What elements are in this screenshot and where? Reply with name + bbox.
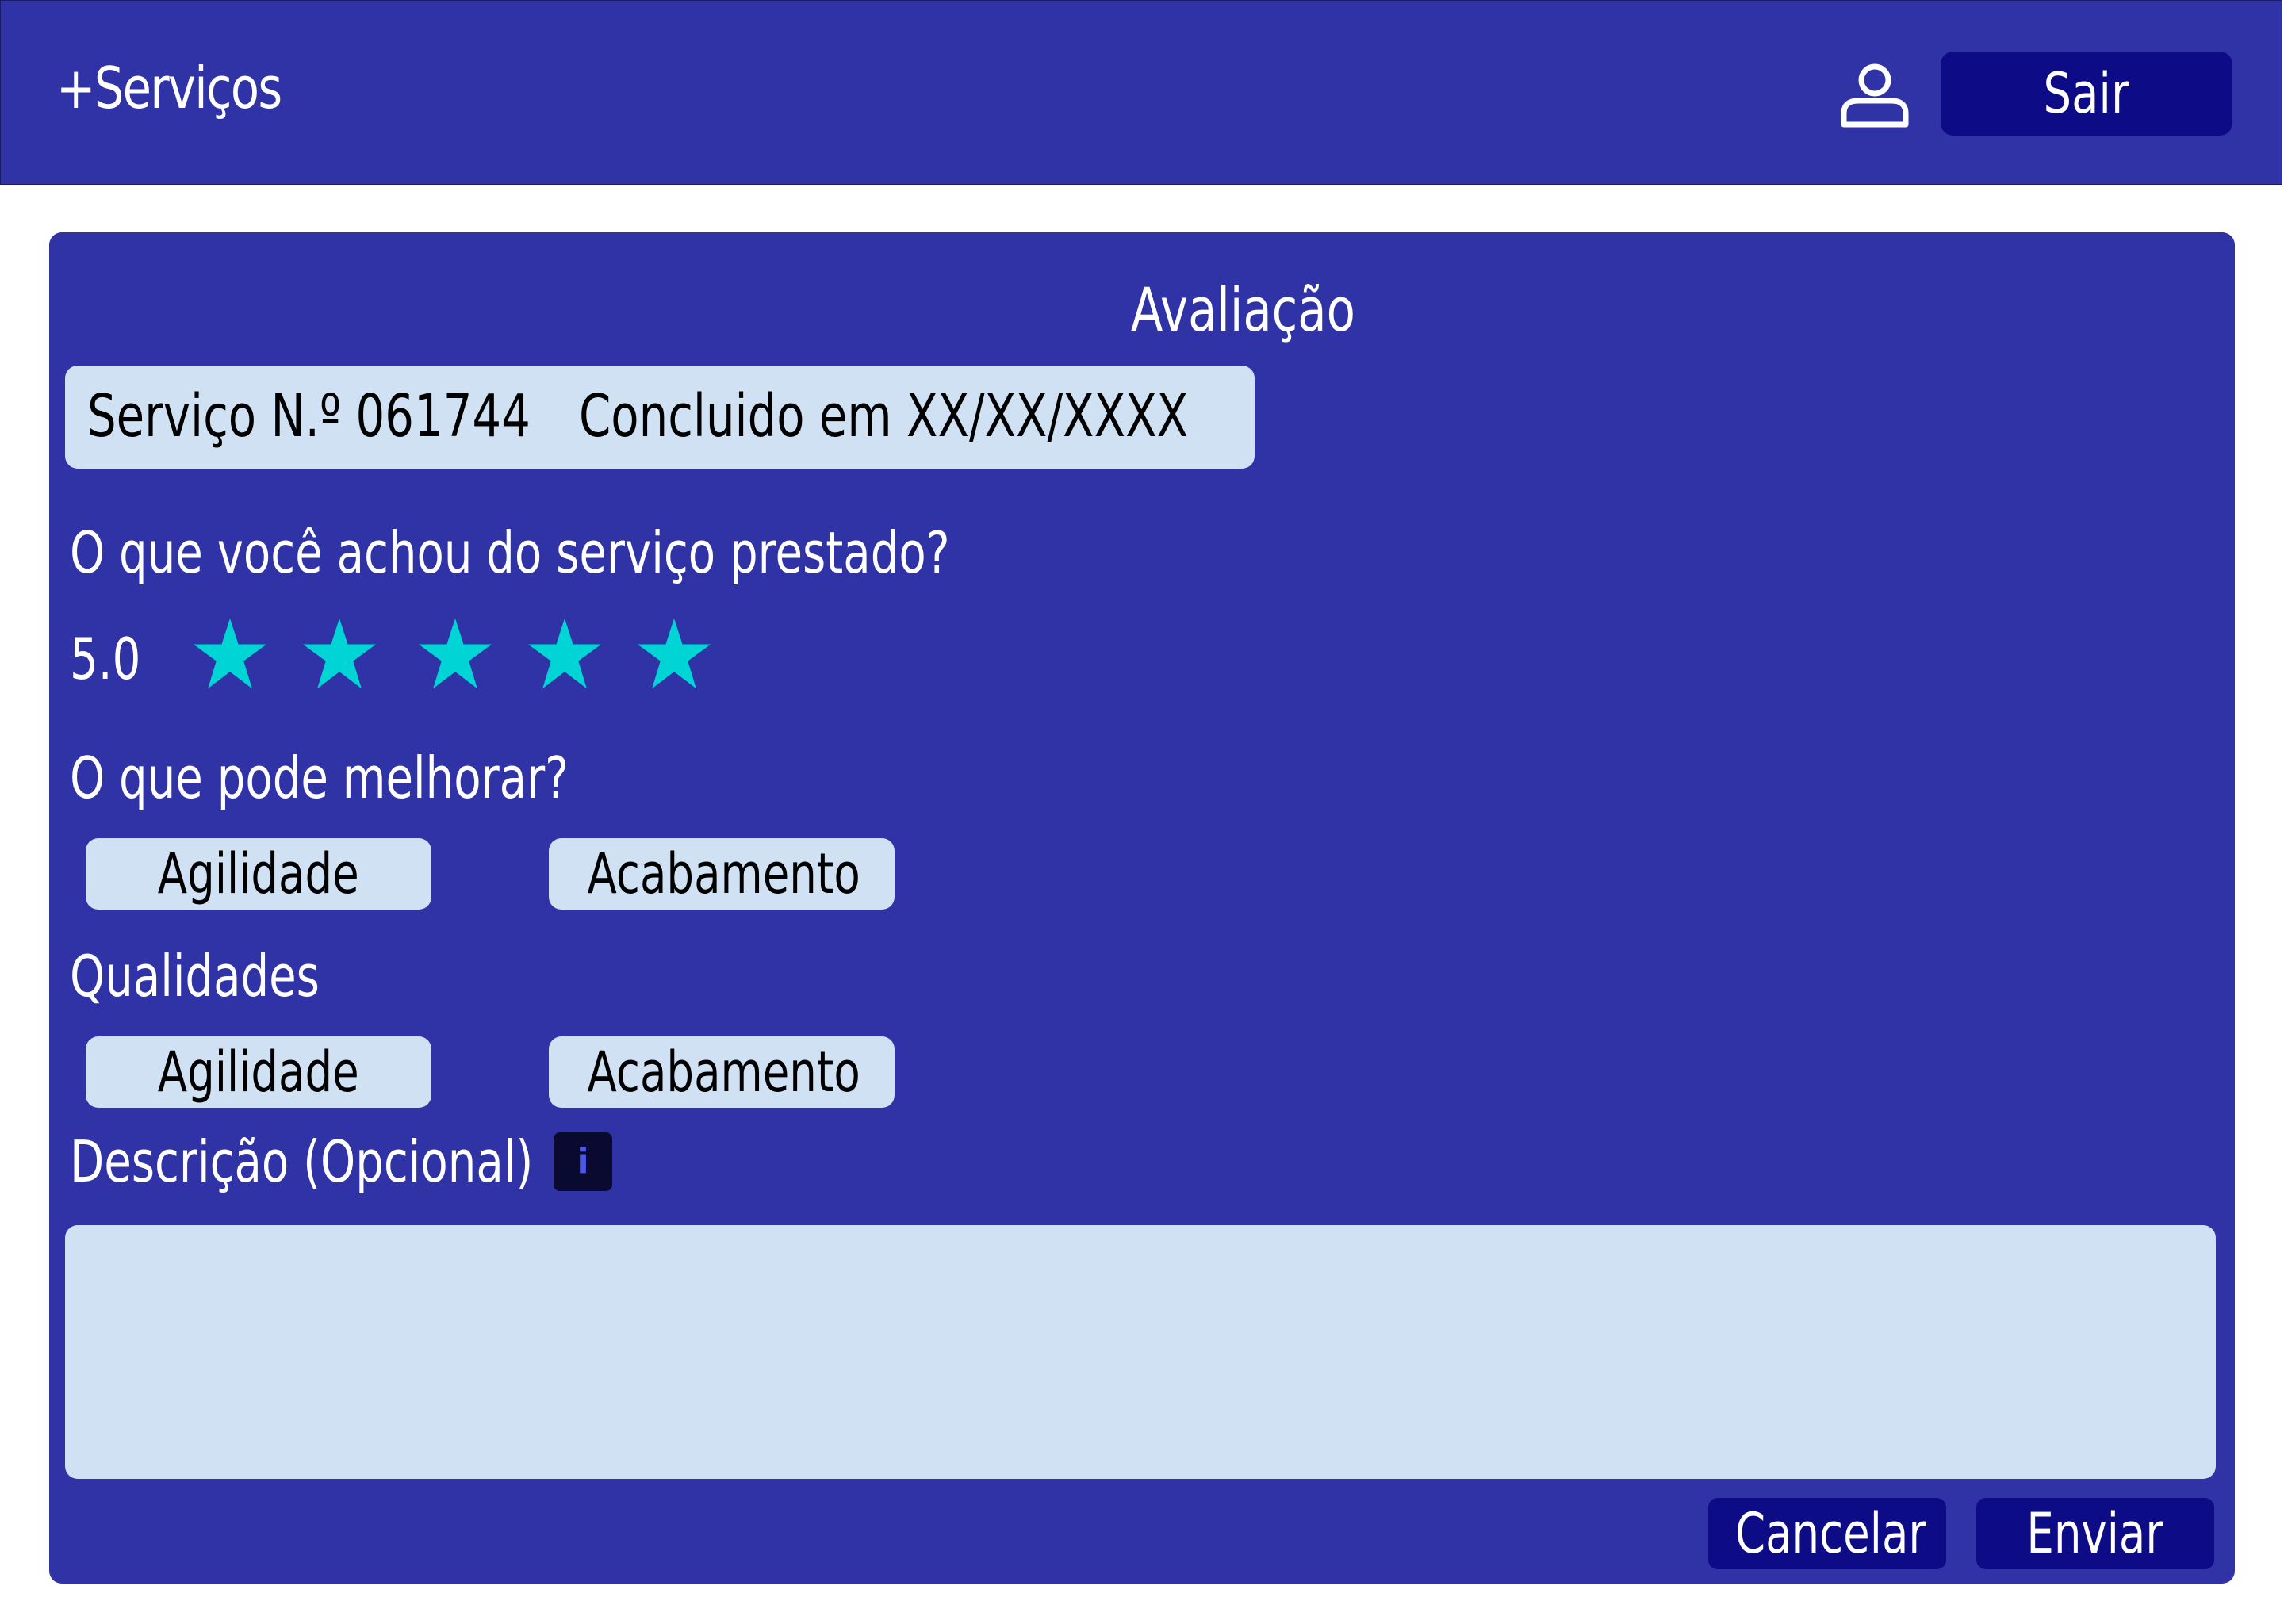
cancel-button[interactable]: Cancelar [1708,1498,1946,1569]
quality-option-acabamento-label: Acabamento [587,1040,860,1105]
service-info-card: Serviço N.º 061744 Concluido em XX/XX/XX… [65,366,1255,469]
improve-option-agilidade[interactable]: Agilidade [86,838,431,910]
improve-option-acabamento[interactable]: Acabamento [549,838,895,910]
top-navigation-bar: +Serviços Sair [0,0,2282,185]
brand-logo-text[interactable]: +Serviços [56,48,282,128]
logout-button-label: Sair [2043,61,2130,126]
user-icon[interactable] [1839,61,1910,129]
quality-option-acabamento[interactable]: Acabamento [549,1036,895,1108]
rating-question: O que você achou do serviço prestado? [70,519,950,586]
rating-value: 5.0 [70,626,141,692]
improve-option-acabamento-label: Acabamento [587,841,860,906]
info-icon[interactable]: i [554,1132,612,1191]
send-button-label: Enviar [2026,1501,2164,1566]
completion-date: Concluido em XX/XX/XXXX [579,382,1189,450]
star-icon[interactable] [527,611,603,699]
qualities-label: Qualidades [70,943,320,1009]
cancel-button-label: Cancelar [1734,1501,1926,1566]
star-icon[interactable] [417,611,493,699]
star-icon[interactable] [301,611,377,699]
evaluation-panel: Avaliação Serviço N.º 061744 Concluido e… [49,232,2235,1584]
service-number: Serviço N.º 061744 [87,382,531,450]
quality-option-agilidade-label: Agilidade [158,1040,359,1105]
quality-option-agilidade[interactable]: Agilidade [86,1036,431,1108]
panel-title: Avaliação [1130,274,1355,345]
star-icon[interactable] [192,611,268,699]
improve-question: O que pode melhorar? [70,745,569,811]
send-button[interactable]: Enviar [1976,1498,2214,1569]
description-label: Descrição (Opcional) [70,1128,534,1195]
logout-button[interactable]: Sair [1941,52,2232,136]
improve-option-agilidade-label: Agilidade [158,841,359,906]
star-icon[interactable] [636,611,712,699]
description-field[interactable] [65,1225,2216,1479]
